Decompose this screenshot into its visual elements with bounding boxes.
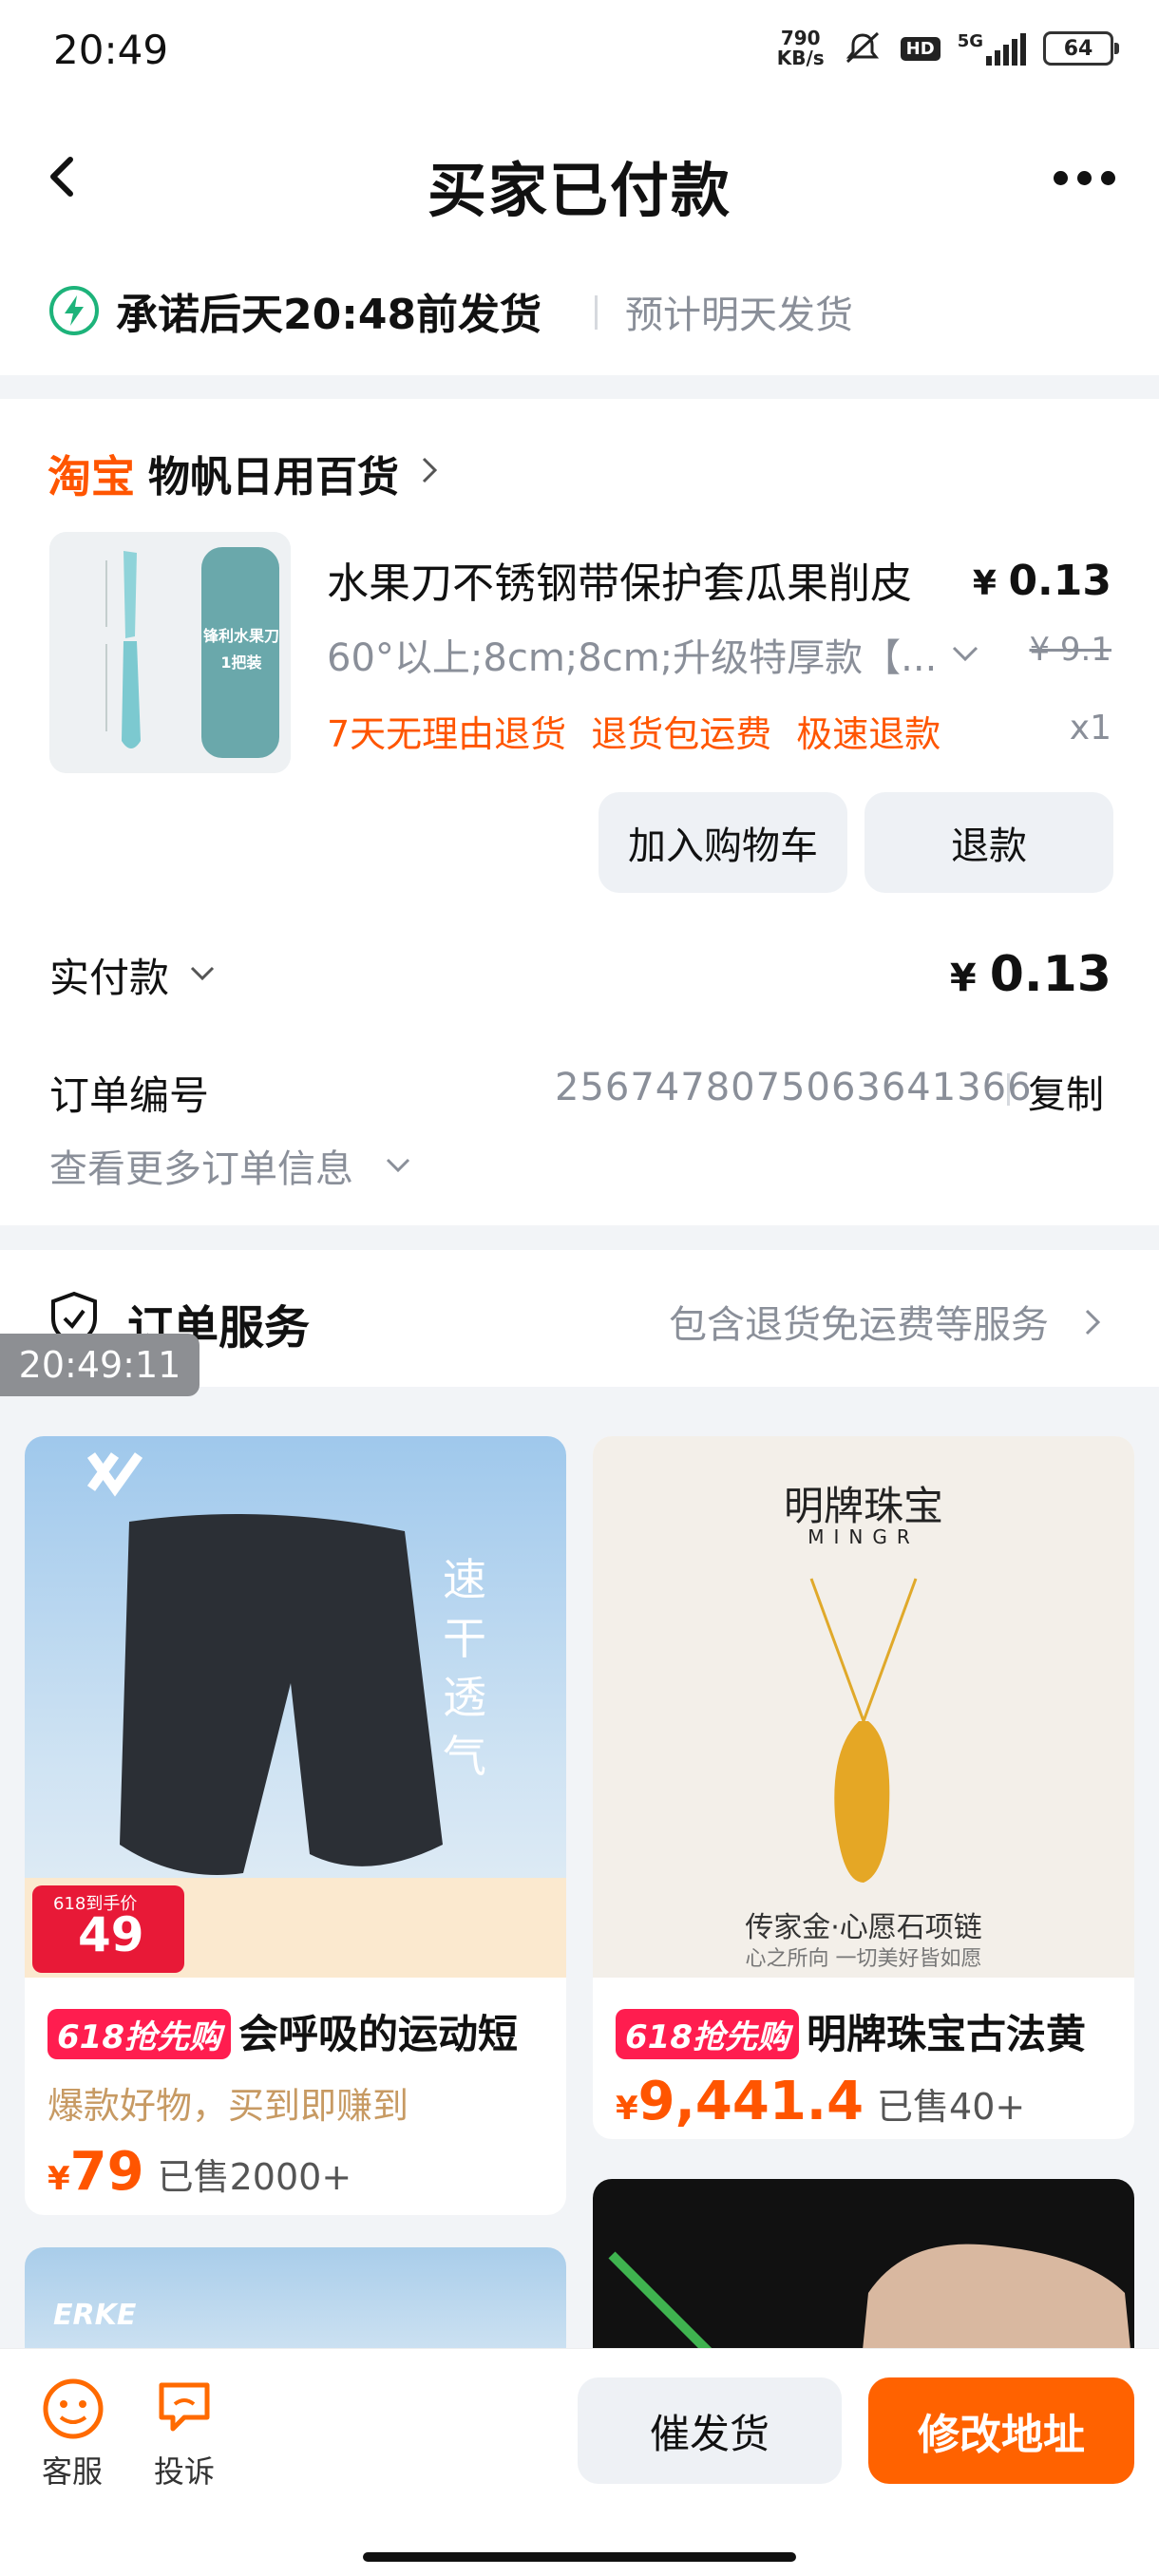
product-price: ¥ 0.13 (973, 557, 1112, 605)
screenshot-timestamp: 20:49:11 (0, 1334, 200, 1396)
sold-count: 已售2000+ (157, 2156, 352, 2198)
product-title[interactable]: 水果刀不锈钢带保护套瓜果削皮 (327, 549, 912, 610)
feed-title: 618抢先购 会呼吸的运动短 (48, 2002, 560, 2060)
order-card: 淘宝 物帆日用百货 锋利水果刀 1把装 水果刀不锈钢带保护套瓜果削皮 ¥ 0.1… (0, 399, 1159, 1225)
618-badge: 618抢先购 (48, 2009, 231, 2059)
order-no-label: 订单编号 (49, 1072, 210, 1119)
divider (595, 295, 598, 330)
order-no-value: 2567478075063641366 (555, 1066, 1033, 1109)
chevron-down-icon[interactable] (188, 963, 217, 984)
hd-icon: HD (900, 36, 940, 61)
shop-name[interactable]: 物帆日用百货 (148, 443, 399, 503)
lightning-icon (49, 286, 99, 335)
add-to-cart-button[interactable]: 加入购物车 (598, 792, 847, 893)
promise-sub: 预计明天发货 (625, 294, 853, 337)
thumb-label: 锋利水果刀 1把装 (203, 627, 280, 672)
service-tags: 7天无理由退货 退货包运费 极速退款 (327, 705, 940, 757)
copy-button[interactable]: 复制 (1028, 1064, 1104, 1119)
sold-count: 已售40+ (877, 2086, 1026, 2128)
chevron-right-icon (1085, 1309, 1101, 1335)
image-caption-2: 心之所向 一切美好皆如愿 (745, 1947, 982, 1971)
brand-en: MINGR (808, 1525, 920, 1548)
urge-shipping-button[interactable]: 催发货 (578, 2377, 842, 2484)
more-icon[interactable] (1054, 171, 1115, 185)
feed-price: ¥79 已售2000+ (48, 2141, 352, 2203)
paid-label[interactable]: 实付款 (49, 946, 169, 1004)
status-time: 20:49 (53, 27, 169, 73)
feed-title-text: 会呼吸的运动短 (238, 2011, 518, 2057)
battery-icon: 64 (1043, 31, 1119, 66)
price-value: 79 (69, 2141, 144, 2203)
currency: ¥ (972, 564, 997, 603)
currency: ¥ (616, 2090, 638, 2128)
price-value: 0.13 (1008, 557, 1112, 605)
product-image: 明牌珠宝 MINGR 传家金·心愿石项链 心之所向 一切美好皆如愿 (593, 1436, 1134, 1978)
brand-logo: 明牌珠宝 (783, 1483, 943, 1529)
image-slogan: 速干 透气 (443, 1554, 486, 1782)
feed-title: 618抢先购 明牌珠宝古法黄 (616, 2002, 1129, 2060)
currency: ¥ (949, 957, 977, 1000)
paid-amount: ¥ 0.13 (950, 946, 1112, 1003)
brand-logo: ERKE (53, 2299, 137, 2332)
tag: 极速退款 (796, 713, 941, 755)
page-title: 买家已付款 (427, 156, 732, 225)
customer-service-label[interactable]: 客服 (42, 2448, 103, 2491)
more-order-info[interactable]: 查看更多订单信息 (49, 1138, 353, 1193)
taobao-logo: 淘宝 (48, 451, 135, 502)
refund-button[interactable]: 退款 (864, 792, 1113, 893)
image-caption: 传家金·心愿石项链 (745, 1911, 982, 1944)
feed-title-text: 明牌珠宝古法黄 (806, 2011, 1086, 2057)
618-badge: 618抢先购 (616, 2009, 799, 2059)
battery-level: 64 (1063, 36, 1093, 61)
bottom-bar: 客服 投诉 催发货 修改地址 (0, 2348, 1159, 2576)
feed-item[interactable]: 速干 透气 618到手价 49 618抢先购 会呼吸的运动短 爆款好物，买到即赚到… (25, 1436, 566, 2215)
promise-text: 承诺后天20:48前发货 (116, 291, 542, 339)
complain-icon[interactable] (156, 2377, 213, 2434)
chevron-down-icon[interactable] (950, 642, 980, 665)
customer-service-icon[interactable] (42, 2377, 104, 2440)
service-sub: 包含退货免运费等服务 (669, 1303, 1049, 1347)
quantity: x1 (1069, 709, 1112, 748)
net-speed: 790 KB/s (776, 27, 825, 69)
feed-price: ¥9,441.4 已售40+ (616, 2071, 1025, 2132)
chevron-right-icon[interactable] (416, 454, 443, 486)
tag: 7天无理由退货 (327, 713, 567, 755)
home-indicator (363, 2552, 796, 2562)
feed-item[interactable]: 明牌珠宝 MINGR 传家金·心愿石项链 心之所向 一切美好皆如愿 618抢先购… (593, 1436, 1134, 2139)
chevron-down-icon[interactable] (384, 1155, 412, 1176)
product-thumbnail[interactable]: 锋利水果刀 1把装 (49, 532, 291, 773)
status-bar: 20:49 790 KB/s HD 5G 64 (0, 0, 1159, 104)
change-address-button[interactable]: 修改地址 (868, 2377, 1134, 2484)
promo-price: 49 (78, 1907, 144, 1962)
signal-icon: 5G (958, 31, 1026, 66)
feed-sub: 爆款好物，买到即赚到 (48, 2085, 409, 2127)
product-spec[interactable]: 60°以上;8cm;8cm;升级特厚款【... (327, 627, 937, 682)
paid-value: 0.13 (989, 946, 1112, 1003)
tag: 退货包运费 (591, 713, 772, 755)
price-value: 9,441.4 (637, 2071, 864, 2132)
mute-icon (846, 31, 879, 64)
product-image: 速干 透气 618到手价 49 (25, 1436, 566, 1978)
divider (1007, 1073, 1010, 1106)
nav-bar: 买家已付款 (0, 104, 1159, 252)
original-price: ¥ 9.1 (1029, 631, 1112, 669)
delivery-promise: 承诺后天20:48前发货 预计明天发货 (0, 252, 1159, 375)
network-type: 5G (957, 31, 983, 51)
complain-label[interactable]: 投诉 (154, 2448, 215, 2491)
status-icons: 790 KB/s HD 5G 64 (776, 27, 1119, 69)
currency: ¥ (48, 2160, 70, 2198)
